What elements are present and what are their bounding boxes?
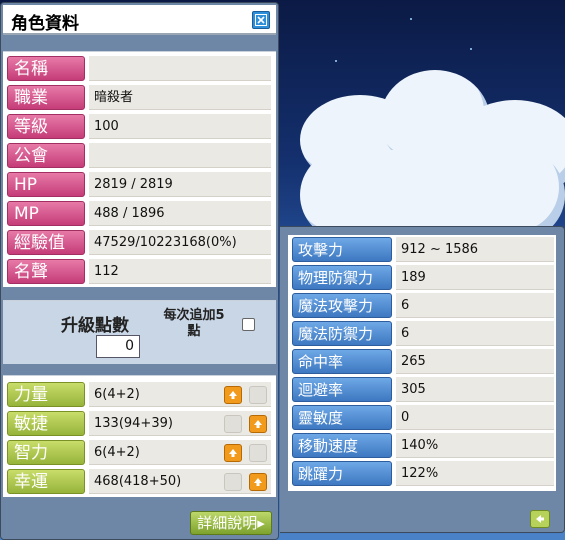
info-value [89, 56, 271, 81]
add-int-button[interactable] [224, 444, 242, 462]
left-arrow-icon [536, 515, 544, 523]
character-info-window: 角色資料 名稱 職業 暗殺者 等級 100 公會 HP 2819 / 2819 [0, 2, 279, 540]
detail-row-accuracy: 命中率 265 [292, 348, 554, 374]
ability-points-section: 升級點數 0 每次追加5 點 [3, 300, 276, 364]
info-row-level: 等級 100 [7, 113, 271, 139]
detail-value: 305 [396, 377, 554, 402]
remove-str-button[interactable] [249, 386, 267, 404]
detail-label: 迴避率 [292, 377, 392, 402]
detail-label: 魔法防禦力 [292, 321, 392, 346]
detail-label: 命中率 [292, 349, 392, 374]
up-arrow-icon [229, 391, 237, 399]
add-str-button[interactable] [224, 386, 242, 404]
window-title: 角色資料 [11, 14, 79, 34]
detail-row-magic-def: 魔法防禦力 6 [292, 320, 554, 346]
stat-label: 幸運 [7, 469, 85, 494]
add-luk-button[interactable] [249, 473, 267, 491]
info-label: HP [7, 172, 85, 197]
detail-button[interactable]: 詳細說明▸ [190, 511, 272, 535]
stat-row-str: 力量 6(4+2) [7, 381, 271, 407]
up-arrow-icon [229, 449, 237, 457]
detail-label: 物理防禦力 [292, 265, 392, 290]
stat-label: 力量 [7, 382, 85, 407]
info-row-name: 名稱 [7, 55, 271, 81]
detail-row-attack: 攻擊力 912 ~ 1586 [292, 236, 554, 262]
info-label: 職業 [7, 85, 85, 110]
detail-value: 0 [396, 405, 554, 430]
detail-row-phys-def: 物理防禦力 189 [292, 264, 554, 290]
info-value: 47529/10223168(0%) [89, 230, 271, 255]
info-label: 名稱 [7, 56, 85, 81]
detail-label: 跳躍力 [292, 461, 392, 486]
info-label: 等級 [7, 114, 85, 139]
detail-value: 6 [396, 321, 554, 346]
up-arrow-icon [254, 420, 262, 428]
stat-label: 敏捷 [7, 411, 85, 436]
detail-label: 靈敏度 [292, 405, 392, 430]
stat-value: 6(4+2) [89, 382, 271, 407]
info-value: 2819 / 2819 [89, 172, 271, 197]
detail-stats-window: 攻擊力 912 ~ 1586 物理防禦力 189 魔法攻擊力 6 魔法防禦力 6… [280, 226, 565, 533]
stat-row-dex: 敏捷 133(94+39) [7, 410, 271, 436]
detail-row-magic-atk: 魔法攻擊力 6 [292, 292, 554, 318]
remove-int-button[interactable] [249, 444, 267, 462]
detail-value: 912 ~ 1586 [396, 237, 554, 262]
detail-row-speed: 移動速度 140% [292, 432, 554, 458]
auto-add-label-line: 點 [187, 324, 201, 339]
info-value [89, 143, 271, 168]
detail-row-avoid: 迴避率 305 [292, 376, 554, 402]
auto-add-checkbox[interactable] [242, 318, 255, 331]
info-value: 112 [89, 259, 271, 284]
detail-row-jump: 跳躍力 122% [292, 460, 554, 486]
info-value: 暗殺者 [89, 85, 271, 110]
detail-value: 265 [396, 349, 554, 374]
stat-label: 智力 [7, 440, 85, 465]
auto-add-label-line: 每次追加5 [163, 308, 225, 323]
stat-row-int: 智力 6(4+2) [7, 439, 271, 465]
info-row-guild: 公會 [7, 142, 271, 168]
info-value: 488 / 1896 [89, 201, 271, 226]
stat-value: 6(4+2) [89, 440, 271, 465]
info-label: MP [7, 201, 85, 226]
info-section: 名稱 職業 暗殺者 等級 100 公會 HP 2819 / 2819 MP 48… [3, 51, 276, 287]
remove-luk-button[interactable] [224, 473, 242, 491]
chevron-right-icon: ▸ [257, 514, 265, 532]
auto-add-label: 每次追加5 點 [157, 308, 231, 340]
close-icon [255, 14, 267, 26]
info-row-job: 職業 暗殺者 [7, 84, 271, 110]
stat-row-luk: 幸運 468(418+50) [7, 468, 271, 494]
info-row-exp: 經驗值 47529/10223168(0%) [7, 229, 271, 255]
collapse-detail-button[interactable] [530, 510, 550, 528]
window-titlebar[interactable]: 角色資料 [3, 5, 276, 35]
detail-button-label: 詳細說明 [197, 514, 258, 532]
detail-label: 攻擊力 [292, 237, 392, 262]
stat-value: 133(94+39) [89, 411, 271, 436]
info-row-mp: MP 488 / 1896 [7, 200, 271, 226]
info-label: 名聲 [7, 259, 85, 284]
star [335, 60, 337, 62]
star [410, 18, 412, 20]
info-row-fame: 名聲 112 [7, 258, 271, 284]
close-button[interactable] [252, 11, 270, 29]
detail-value: 189 [396, 265, 554, 290]
remove-dex-button[interactable] [224, 415, 242, 433]
star [470, 48, 472, 50]
add-dex-button[interactable] [249, 415, 267, 433]
detail-value: 140% [396, 433, 554, 458]
info-value: 100 [89, 114, 271, 139]
detail-label: 移動速度 [292, 433, 392, 458]
up-arrow-icon [254, 478, 262, 486]
ability-points-label: 升級點數 [61, 316, 129, 336]
stats-section: 力量 6(4+2) 敏捷 133(94+39) 智力 6(4+2) 幸運 468… [3, 375, 276, 497]
detail-value: 6 [396, 293, 554, 318]
detail-label: 魔法攻擊力 [292, 293, 392, 318]
detail-row-hands: 靈敏度 0 [292, 404, 554, 430]
detail-value: 122% [396, 461, 554, 486]
ability-points-value: 0 [96, 335, 140, 358]
stat-value: 468(418+50) [89, 469, 271, 494]
info-label: 公會 [7, 143, 85, 168]
info-row-hp: HP 2819 / 2819 [7, 171, 271, 197]
detail-stats-section: 攻擊力 912 ~ 1586 物理防禦力 189 魔法攻擊力 6 魔法防禦力 6… [288, 235, 556, 491]
info-label: 經驗值 [7, 230, 85, 255]
